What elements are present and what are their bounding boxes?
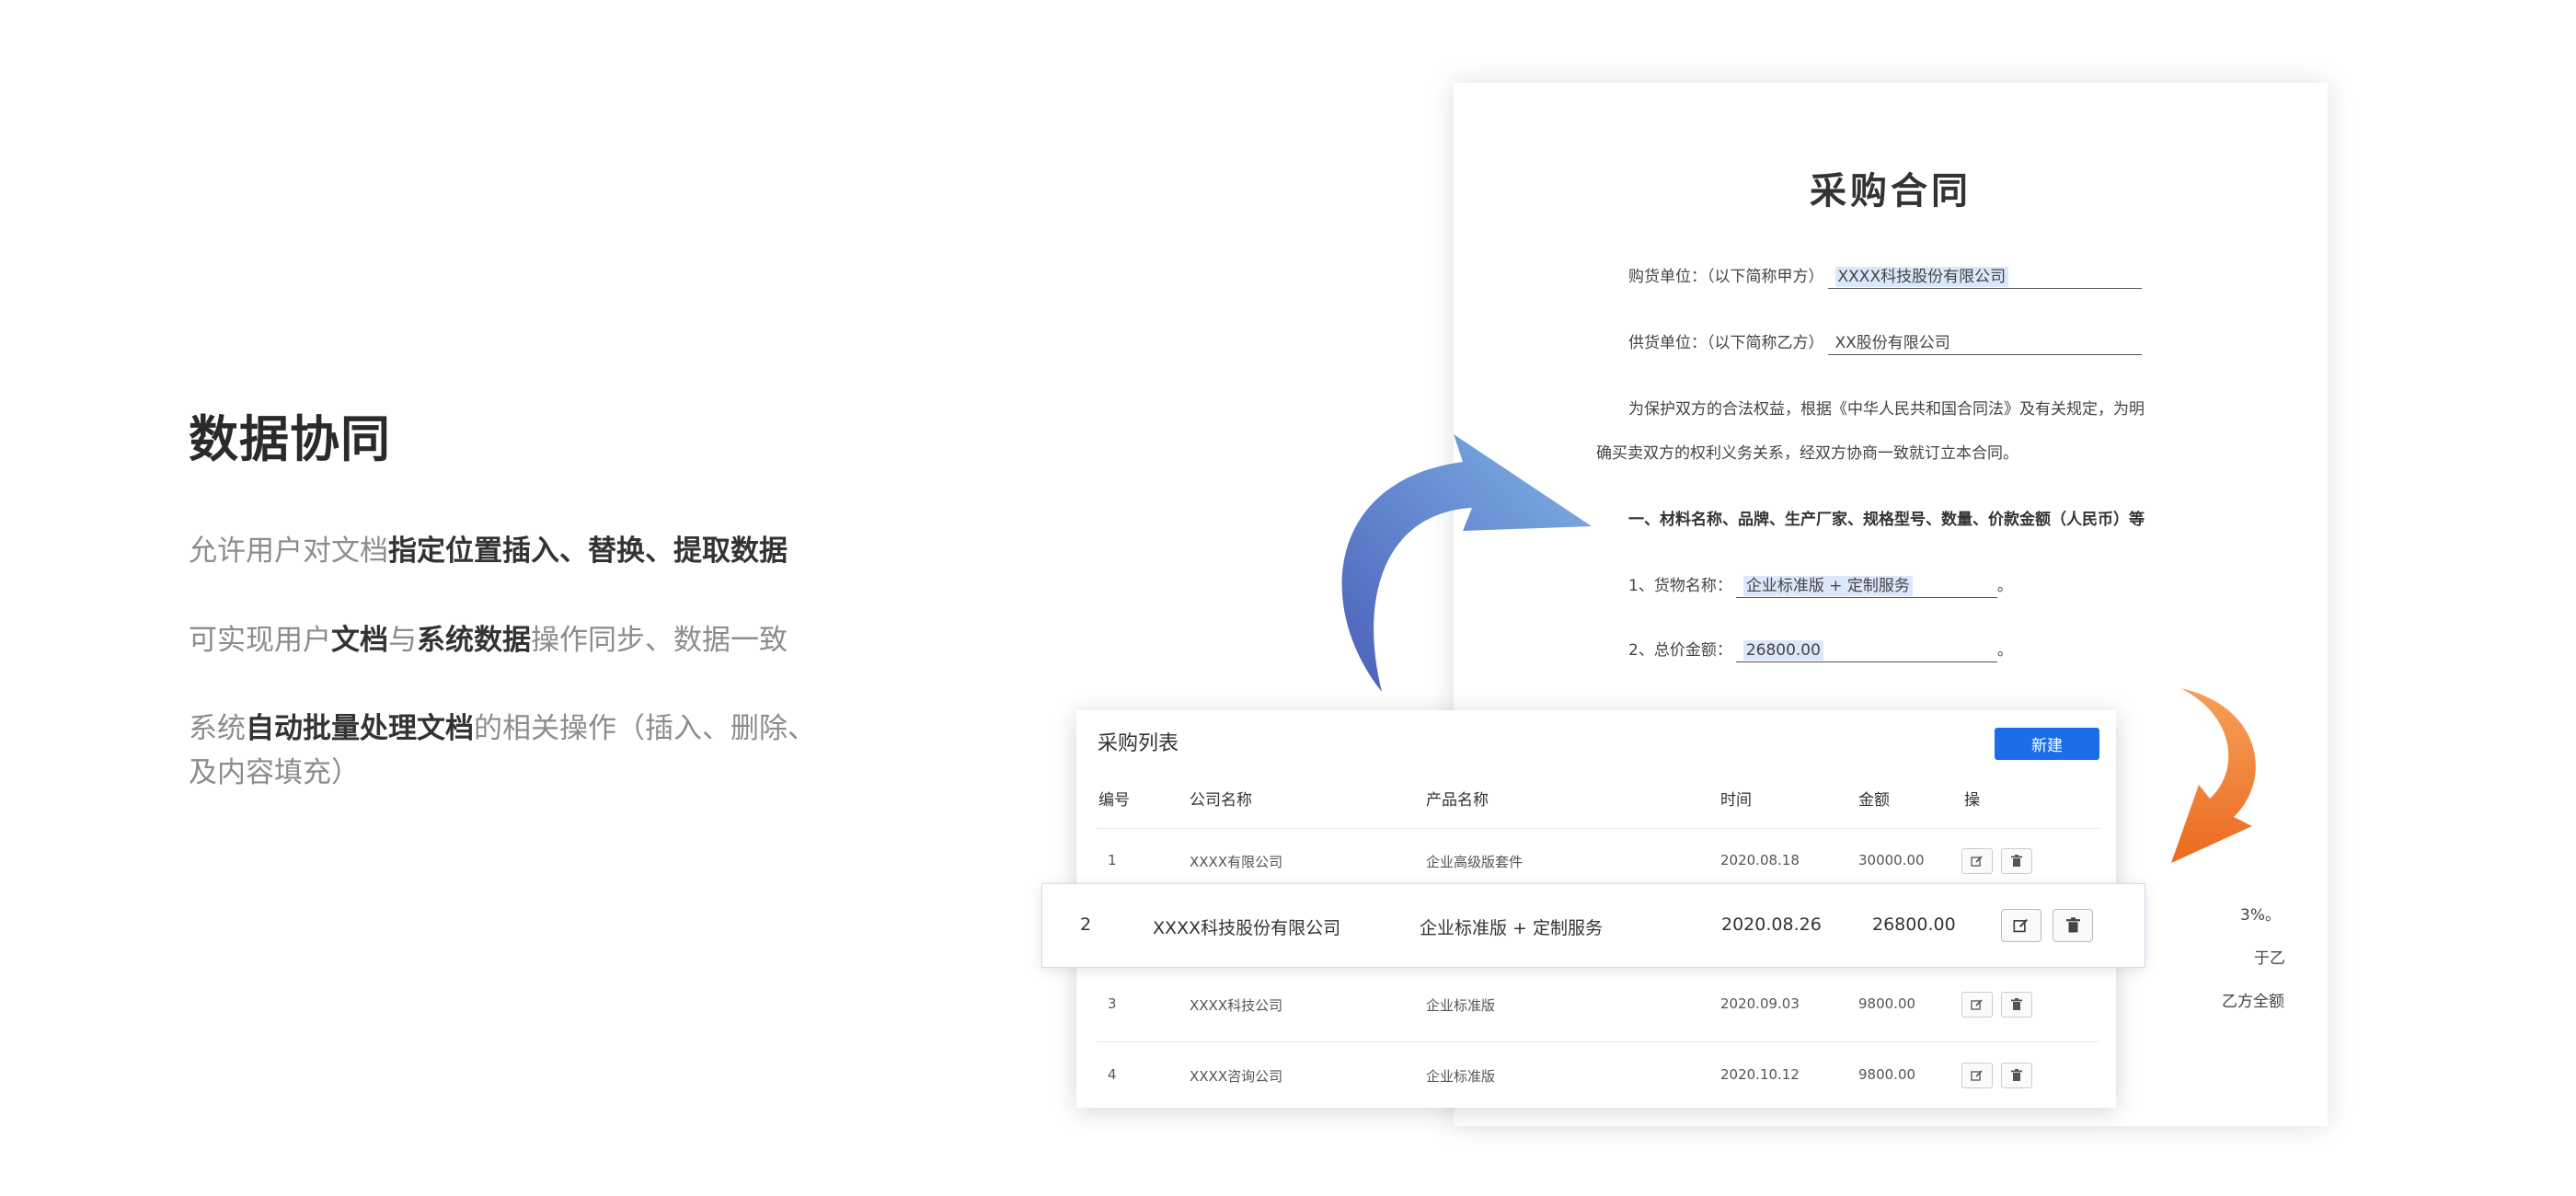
- cell-product: 企业标准版: [1426, 1068, 1496, 1085]
- trash-icon: [2011, 998, 2022, 1010]
- trash-icon: [2065, 917, 2080, 933]
- table-header: 编号 公司名称 产品名称 时间 金额 操: [1076, 787, 2116, 823]
- table-row: 4 XXXX咨询公司 企业标准版 2020.10.12 9800.00: [1076, 1061, 2116, 1131]
- feature-line-3: 系统自动批量处理文档的相关操作（插入、删除、及内容填充）: [189, 712, 816, 789]
- divider: [1097, 1041, 2099, 1042]
- supplier-field[interactable]: XX股份有限公司: [1827, 329, 2142, 355]
- contract-paragraph-line-1: 为保护双方的合法权益，根据《中华人民共和国合同法》及有关规定，为明: [1628, 400, 2145, 419]
- cell-amount: 9800.00: [1858, 995, 1916, 1012]
- cell-no: 1: [1108, 852, 1117, 868]
- cell-no: 3: [1108, 995, 1117, 1012]
- cell-company: XXXX咨询公司: [1190, 1068, 1283, 1085]
- cell-no: 4: [1108, 1066, 1117, 1083]
- edit-button[interactable]: [1961, 992, 1993, 1018]
- header-company: 公司名称: [1190, 791, 1252, 810]
- edit-button[interactable]: [1961, 1063, 1993, 1088]
- delete-button[interactable]: [2001, 1063, 2032, 1088]
- goods-name-line: 1、货物名称： 企业标准版 + 定制服务。: [1628, 572, 2013, 598]
- cell-date: 2020.08.26: [1721, 914, 1822, 935]
- delete-button[interactable]: [2001, 992, 2032, 1018]
- trash-icon: [2011, 1069, 2022, 1081]
- cell-amount: 30000.00: [1858, 852, 1925, 868]
- cell-company: XXXX有限公司: [1190, 854, 1283, 870]
- delete-button[interactable]: [2001, 848, 2032, 874]
- contract-section-1: 一、材料名称、品牌、生产厂家、规格型号、数量、价款金额（人民币）等: [1628, 511, 2145, 529]
- cell-no: 2: [1080, 914, 1092, 935]
- new-button[interactable]: 新建: [1995, 728, 2099, 760]
- cell-amount: 26800.00: [1872, 914, 1956, 935]
- goods-name-field[interactable]: 企业标准版 + 定制服务: [1735, 572, 1997, 598]
- table-row-selected[interactable]: 2 XXXX科技股份有限公司 企业标准版 + 定制服务 2020.08.26 2…: [1041, 883, 2145, 968]
- cell-date: 2020.08.18: [1720, 852, 1800, 868]
- intro-section: 数据协同 允许用户对文档指定位置插入、替换、提取数据 可实现用户文档与系统数据操…: [189, 405, 888, 789]
- contract-title: 采购合同: [1810, 170, 1972, 213]
- edit-button[interactable]: [2001, 909, 2041, 942]
- edit-icon: [1971, 856, 1983, 867]
- cell-amount: 9800.00: [1858, 1066, 1916, 1083]
- contract-text-fragment: 乙方全额: [2222, 993, 2284, 1011]
- purchase-list-title: 采购列表: [1098, 732, 1179, 755]
- header-no: 编号: [1098, 791, 1130, 810]
- buyer-field[interactable]: XXXX科技股份有限公司: [1827, 263, 2142, 289]
- curved-arrow-orange-icon: [2171, 688, 2256, 863]
- header-ops: 操: [1964, 791, 1980, 810]
- contract-text-fragment: 于乙: [2254, 949, 2285, 968]
- cell-product: 企业标准版: [1426, 997, 1496, 1014]
- table-row: 3 XXXX科技公司 企业标准版 2020.09.03 9800.00: [1076, 990, 2116, 1060]
- cell-date: 2020.10.12: [1720, 1066, 1800, 1083]
- supplier-line: 供货单位：（以下简称乙方） XX股份有限公司: [1628, 329, 2142, 355]
- contract-text-fragment: 3%。: [2240, 906, 2281, 925]
- edit-icon: [1971, 1070, 1983, 1081]
- cell-date: 2020.09.03: [1720, 995, 1800, 1012]
- buyer-line: 购货单位：（以下简称甲方） XXXX科技股份有限公司: [1628, 263, 2142, 289]
- total-amount-field[interactable]: 26800.00: [1735, 640, 1997, 662]
- header-date: 时间: [1720, 791, 1752, 810]
- delete-button[interactable]: [2053, 909, 2093, 942]
- divider: [1097, 828, 2099, 829]
- cell-company: XXXX科技公司: [1190, 997, 1283, 1014]
- edit-icon: [1971, 999, 1983, 1010]
- cell-company: XXXX科技股份有限公司: [1153, 918, 1341, 938]
- curved-arrow-blue-icon: [1341, 434, 1592, 692]
- edit-button[interactable]: [1961, 848, 1993, 874]
- total-amount-line: 2、总价金额： 26800.00。: [1628, 637, 2013, 662]
- section-title: 数据协同: [189, 410, 391, 468]
- edit-icon: [2013, 918, 2029, 933]
- feature-line-1: 允许用户对文档指定位置插入、替换、提取数据: [189, 535, 788, 568]
- cell-product: 企业标准版 + 定制服务: [1420, 918, 1603, 938]
- cell-product: 企业高级版套件: [1426, 854, 1524, 870]
- header-product: 产品名称: [1426, 791, 1489, 810]
- trash-icon: [2011, 855, 2022, 867]
- contract-paragraph-line-2: 确买卖双方的权利义务关系，经双方协商一致就订立本合同。: [1596, 444, 2018, 463]
- header-amount: 金额: [1858, 791, 1890, 810]
- feature-line-2: 可实现用户文档与系统数据操作同步、数据一致: [189, 624, 788, 657]
